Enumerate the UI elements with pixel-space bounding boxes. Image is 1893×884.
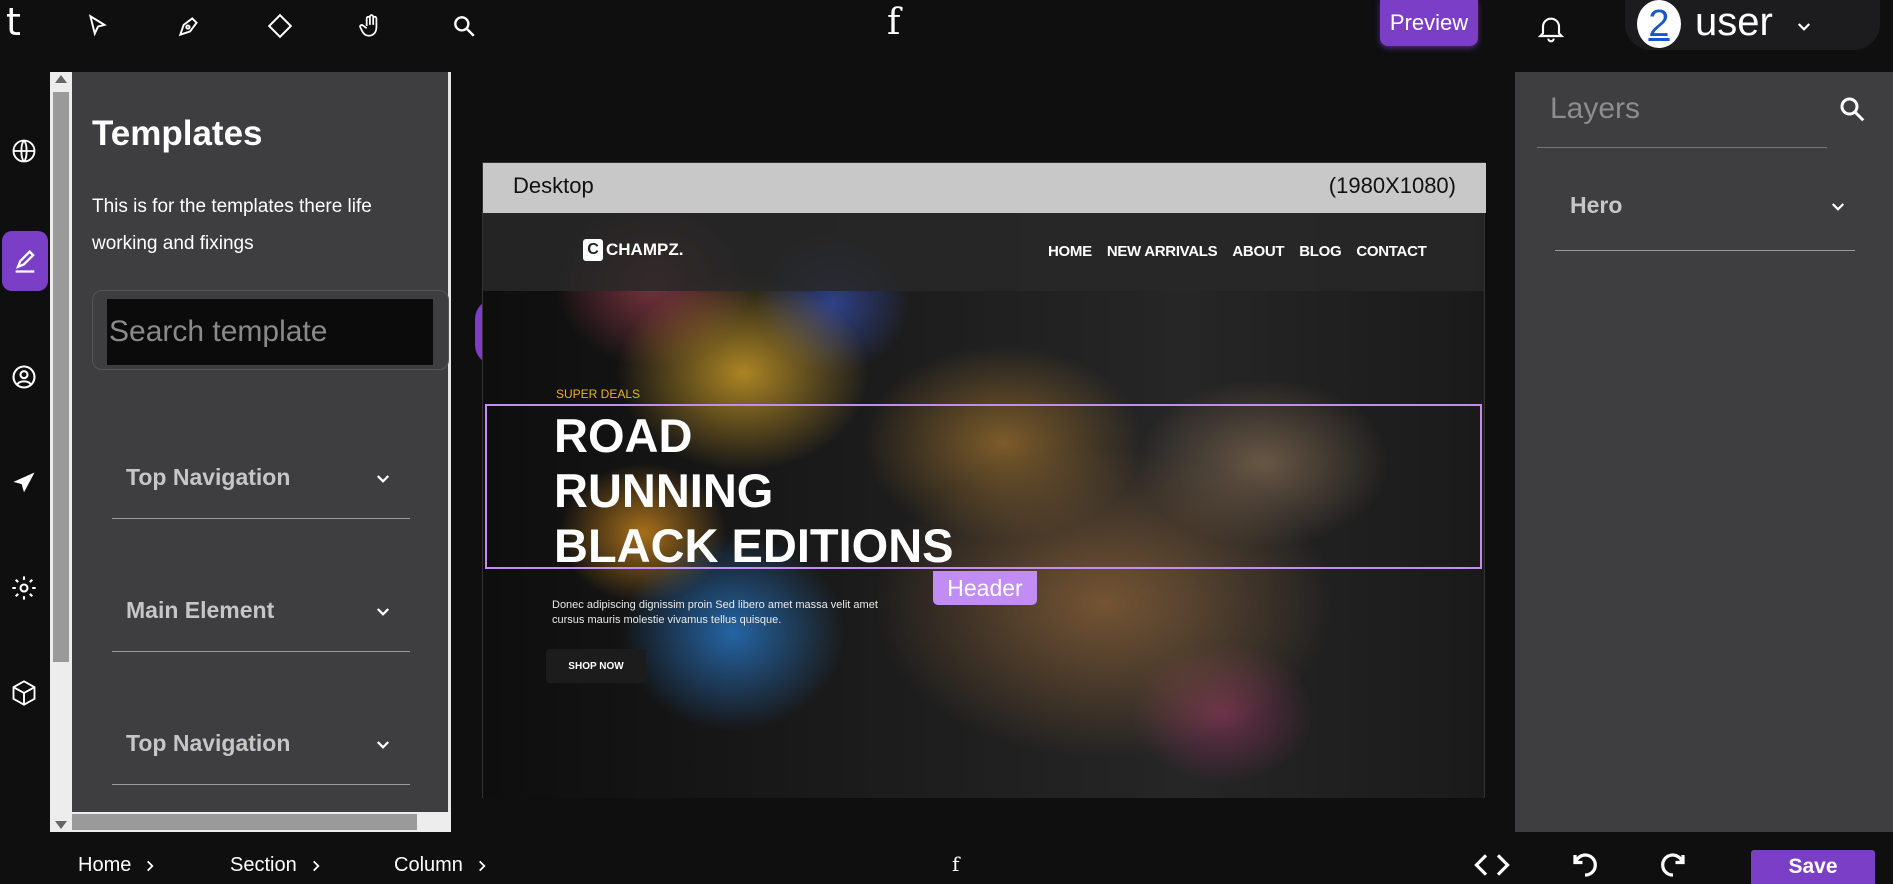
vertical-scrollbar[interactable] [50, 72, 72, 832]
pointer-icon[interactable] [82, 10, 114, 42]
layer-item-hero[interactable]: Hero [1555, 172, 1855, 251]
eyebrow-text[interactable]: SUPER DEALS [556, 387, 640, 401]
hand-icon[interactable] [355, 10, 387, 42]
canvas-device-bar: Desktop (1980X1080) [483, 163, 1486, 213]
redo-icon[interactable] [1658, 850, 1688, 880]
bell-icon[interactable] [1535, 12, 1567, 44]
diamond-icon[interactable] [264, 10, 296, 42]
breadcrumb-label: Column [394, 854, 463, 876]
scroll-down-arrow[interactable] [55, 821, 67, 829]
scroll-thumb[interactable] [53, 92, 69, 662]
pen-icon[interactable] [173, 10, 205, 42]
preview-button[interactable]: Preview [1380, 0, 1478, 46]
undo-icon[interactable] [1570, 850, 1600, 880]
scroll-up-arrow[interactable] [55, 75, 67, 83]
layers-panel: Layers Hero [1515, 72, 1893, 832]
resolution-label: (1980X1080) [1328, 173, 1456, 198]
template-search [92, 290, 495, 370]
cube-icon[interactable] [5, 674, 43, 712]
user-name: user [1695, 0, 1773, 44]
layer-label: Hero [1570, 192, 1623, 218]
search-input[interactable] [107, 299, 433, 365]
site-nav-contact[interactable]: CONTACT [1356, 243, 1426, 260]
bottom-bar: Home Section Column f Save [0, 832, 1893, 884]
search-icon[interactable] [1837, 94, 1867, 124]
hero-body-text[interactable]: Donec adipiscing dignissim proin Sed lib… [552, 598, 912, 628]
avatar[interactable]: 2 [1637, 0, 1681, 48]
edit-icon[interactable] [2, 231, 48, 291]
section-main-element[interactable]: Main Element [112, 567, 410, 652]
layers-title: Layers [1550, 92, 1641, 125]
selection-outline [485, 404, 1482, 569]
breadcrumb-column[interactable]: Column [394, 854, 489, 877]
left-rail [0, 72, 50, 832]
bottom-title: f [952, 852, 960, 876]
send-icon[interactable] [5, 464, 43, 502]
section-top-navigation-2[interactable]: Top Navigation [112, 700, 410, 785]
section-label: Top Navigation [126, 464, 291, 490]
panel-title: Templates [92, 114, 263, 153]
breadcrumb-label: Section [230, 854, 297, 876]
logo-mark: C [583, 239, 603, 261]
panel-divider [448, 72, 451, 832]
site-navbar[interactable]: C CHAMPZ. HOME NEW ARRIVALS ABOUT BLOG C… [483, 213, 1484, 291]
chevron-right-icon [478, 860, 486, 871]
chevron-down-icon[interactable] [1829, 198, 1847, 216]
site-logo[interactable]: C CHAMPZ. [583, 239, 683, 261]
canvas-title: f [887, 2, 901, 43]
site-nav-blog[interactable]: BLOG [1299, 243, 1341, 260]
brand-name: CHAMPZ. [606, 240, 684, 259]
section-label: Top Navigation [126, 730, 291, 756]
site-nav-about[interactable]: ABOUT [1232, 243, 1284, 260]
site-nav-links: HOME NEW ARRIVALS ABOUT BLOG CONTACT [1048, 243, 1427, 260]
save-button[interactable]: Save [1751, 850, 1875, 884]
chevron-down-icon[interactable] [374, 603, 392, 621]
gear-icon[interactable] [5, 569, 43, 607]
selection-tag[interactable]: Header [933, 571, 1037, 605]
chevron-right-icon [147, 860, 154, 871]
user-circle-icon[interactable] [5, 358, 43, 396]
breadcrumb-label: Home [78, 854, 132, 876]
horizontal-scrollbar[interactable] [72, 812, 451, 832]
code-icon[interactable] [1474, 850, 1510, 880]
scroll-thumb[interactable] [72, 814, 417, 830]
globe-icon[interactable] [5, 132, 43, 170]
chevron-down-icon[interactable] [374, 470, 392, 488]
site-nav-new-arrivals[interactable]: NEW ARRIVALS [1107, 243, 1218, 260]
device-label[interactable]: Desktop [513, 173, 594, 199]
breadcrumb-section[interactable]: Section [230, 854, 323, 877]
chevron-down-icon[interactable] [374, 736, 392, 754]
app-logo[interactable]: t [6, 0, 21, 44]
app-root: t f Preview 2 user Templates This is for… [0, 0, 1893, 884]
shop-now-button[interactable]: SHOP NOW [546, 649, 646, 683]
chevron-right-icon [312, 860, 320, 871]
user-menu[interactable]: 2 user [1625, 0, 1880, 50]
section-label: Main Element [126, 597, 275, 623]
section-top-navigation[interactable]: Top Navigation [112, 434, 410, 519]
chevron-down-icon[interactable] [1795, 18, 1813, 36]
design-canvas[interactable]: Desktop (1980X1080) C CHAMPZ. HOME NEW A… [482, 162, 1486, 798]
breadcrumb-home[interactable]: Home [78, 854, 157, 877]
top-toolbar: t f Preview 2 user [0, 0, 1893, 72]
hero-section[interactable]: C CHAMPZ. HOME NEW ARRIVALS ABOUT BLOG C… [483, 213, 1484, 798]
panel-description: This is for the templates there life wor… [92, 196, 372, 254]
search-icon[interactable] [448, 10, 480, 42]
templates-panel: Templates This is for the templates ther… [50, 72, 495, 832]
site-nav-home[interactable]: HOME [1048, 243, 1092, 260]
divider [1537, 147, 1827, 148]
